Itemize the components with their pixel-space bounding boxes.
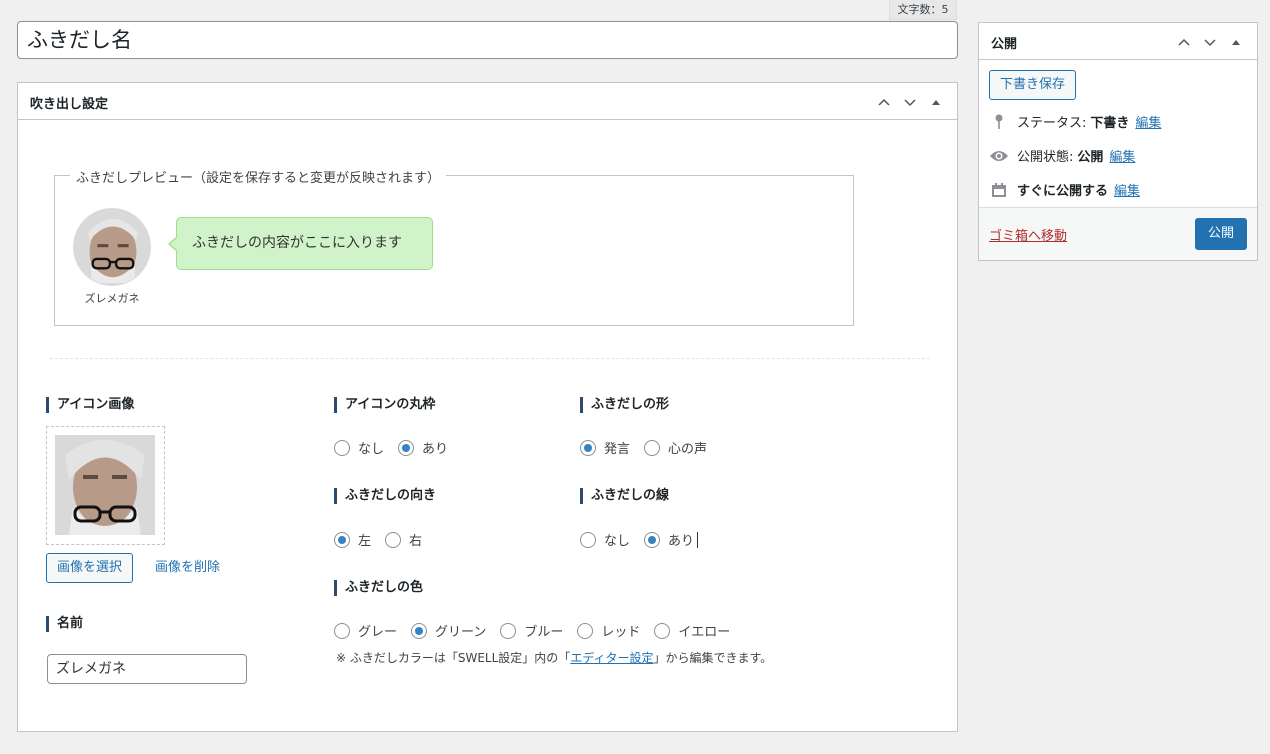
title-input[interactable]: ふきだし名 [17, 21, 958, 59]
line-yes-radio[interactable]: あり [644, 530, 699, 549]
schedule-edit-link[interactable]: 編集 [1114, 180, 1140, 199]
visibility-value: 公開 [1077, 150, 1104, 165]
move-up-icon[interactable] [871, 89, 897, 115]
color-green-radio[interactable]: グリーン [411, 621, 486, 640]
icon-round-none-radio[interactable]: なし [334, 438, 384, 457]
direction-label: ふきだしの向き [334, 488, 436, 504]
line-options: なし あり [580, 530, 712, 549]
preview-legend: ふきだしプレビュー（設定を保存すると変更が反映されます） [70, 167, 447, 186]
select-image-button[interactable]: 画像を選択 [46, 553, 134, 583]
balloon-preview: ふきだしプレビュー（設定を保存すると変更が反映されます） ズレメガネ ふきだしの… [54, 167, 854, 326]
section-divider [50, 358, 930, 359]
icon-image [55, 435, 155, 535]
radio-circle[interactable] [334, 439, 350, 456]
move-up-icon[interactable] [1171, 29, 1197, 55]
direction-left-radio[interactable]: 左 [334, 530, 371, 549]
pin-icon [989, 113, 1009, 131]
publish-box: 公開 下書き保存 ステータス: 下書き 編集 公開状態: 公開 編集 すぐに公開… [978, 22, 1258, 261]
avatar-image [73, 208, 151, 286]
balloon-settings-header: 吹き出し設定 [18, 83, 957, 120]
direction-options: 左 右 [334, 530, 436, 549]
speech-bubble: ふきだしの内容がここに入ります [168, 217, 433, 270]
icon-round-options: なし あり [334, 438, 462, 457]
icon-round-label: アイコンの丸枠 [334, 397, 435, 413]
radio-circle[interactable] [644, 531, 661, 548]
eye-icon [989, 147, 1009, 165]
radio-circle[interactable] [644, 439, 661, 456]
visibility-row: 公開状態: 公開 編集 [989, 146, 1135, 165]
publish-footer: ゴミ箱へ移動 公開 [979, 207, 1257, 260]
visibility-edit-link[interactable]: 編集 [1109, 146, 1135, 165]
publish-title: 公開 [991, 37, 1018, 52]
radio-circle[interactable] [334, 622, 350, 639]
status-row: ステータス: 下書き 編集 [989, 112, 1161, 131]
shape-options: 発言 心の声 [580, 438, 721, 457]
radio-circle[interactable] [500, 622, 517, 639]
color-yellow-radio[interactable]: イエロー [654, 621, 730, 640]
schedule-row: すぐに公開する 編集 [989, 180, 1140, 199]
line-label: ふきだしの線 [580, 488, 669, 504]
radio-circle[interactable] [580, 531, 596, 548]
radio-circle[interactable] [398, 439, 415, 456]
color-options: グレー グリーン ブルー レッド イエロー [334, 621, 744, 640]
move-down-icon[interactable] [897, 89, 923, 115]
editor-settings-link[interactable]: エディター設定 [570, 651, 653, 665]
color-red-radio[interactable]: レッド [577, 621, 640, 640]
icon-image-box [46, 426, 165, 545]
status-value: 下書き [1090, 116, 1130, 131]
line-none-radio[interactable]: なし [580, 530, 630, 549]
move-down-icon[interactable] [1197, 29, 1223, 55]
shape-thought-radio[interactable]: 心の声 [644, 438, 707, 457]
balloon-settings-title: 吹き出し設定 [30, 97, 109, 112]
name-label: 名前 [46, 616, 83, 632]
shape-label: ふきだしの形 [580, 397, 669, 413]
balloon-settings-box: 吹き出し設定 ふきだしプレビュー（設定を保存すると変更が反映されます） ズレメガ… [17, 82, 958, 732]
radio-circle[interactable] [654, 622, 671, 639]
shape-speech-radio[interactable]: 発言 [580, 438, 630, 457]
calendar-icon [989, 181, 1009, 199]
radio-circle[interactable] [577, 622, 594, 639]
icon-image-label: アイコン画像 [46, 397, 134, 413]
name-input[interactable]: ズレメガネ [47, 654, 247, 684]
radio-circle[interactable] [580, 439, 596, 456]
color-label: ふきだしの色 [334, 580, 423, 596]
save-draft-button[interactable]: 下書き保存 [989, 70, 1077, 100]
color-note: ※ ふきだしカラーは「SWELL設定」内の「エディター設定」から編集できます。 [336, 651, 773, 665]
icon-round-yes-radio[interactable]: あり [398, 438, 448, 457]
color-blue-radio[interactable]: ブルー [500, 621, 563, 640]
status-edit-link[interactable]: 編集 [1135, 112, 1161, 131]
toggle-panel-icon[interactable] [923, 89, 949, 115]
radio-circle[interactable] [334, 531, 350, 548]
radio-circle[interactable] [411, 622, 428, 639]
toggle-panel-icon[interactable] [1223, 29, 1249, 55]
preview-avatar: ズレメガネ [73, 208, 151, 306]
schedule-label: すぐに公開する [1017, 184, 1109, 199]
publish-button[interactable]: 公開 [1195, 218, 1247, 250]
avatar-name: ズレメガネ [84, 292, 140, 305]
delete-image-link[interactable]: 画像を削除 [155, 553, 220, 583]
radio-circle[interactable] [385, 531, 402, 548]
direction-right-radio[interactable]: 右 [385, 530, 422, 549]
color-gray-radio[interactable]: グレー [334, 621, 397, 640]
move-to-trash-link[interactable]: ゴミ箱へ移動 [989, 225, 1067, 244]
character-count: 文字数：5 [889, 0, 957, 20]
publish-header: 公開 [979, 23, 1257, 60]
text-cursor [697, 531, 699, 548]
